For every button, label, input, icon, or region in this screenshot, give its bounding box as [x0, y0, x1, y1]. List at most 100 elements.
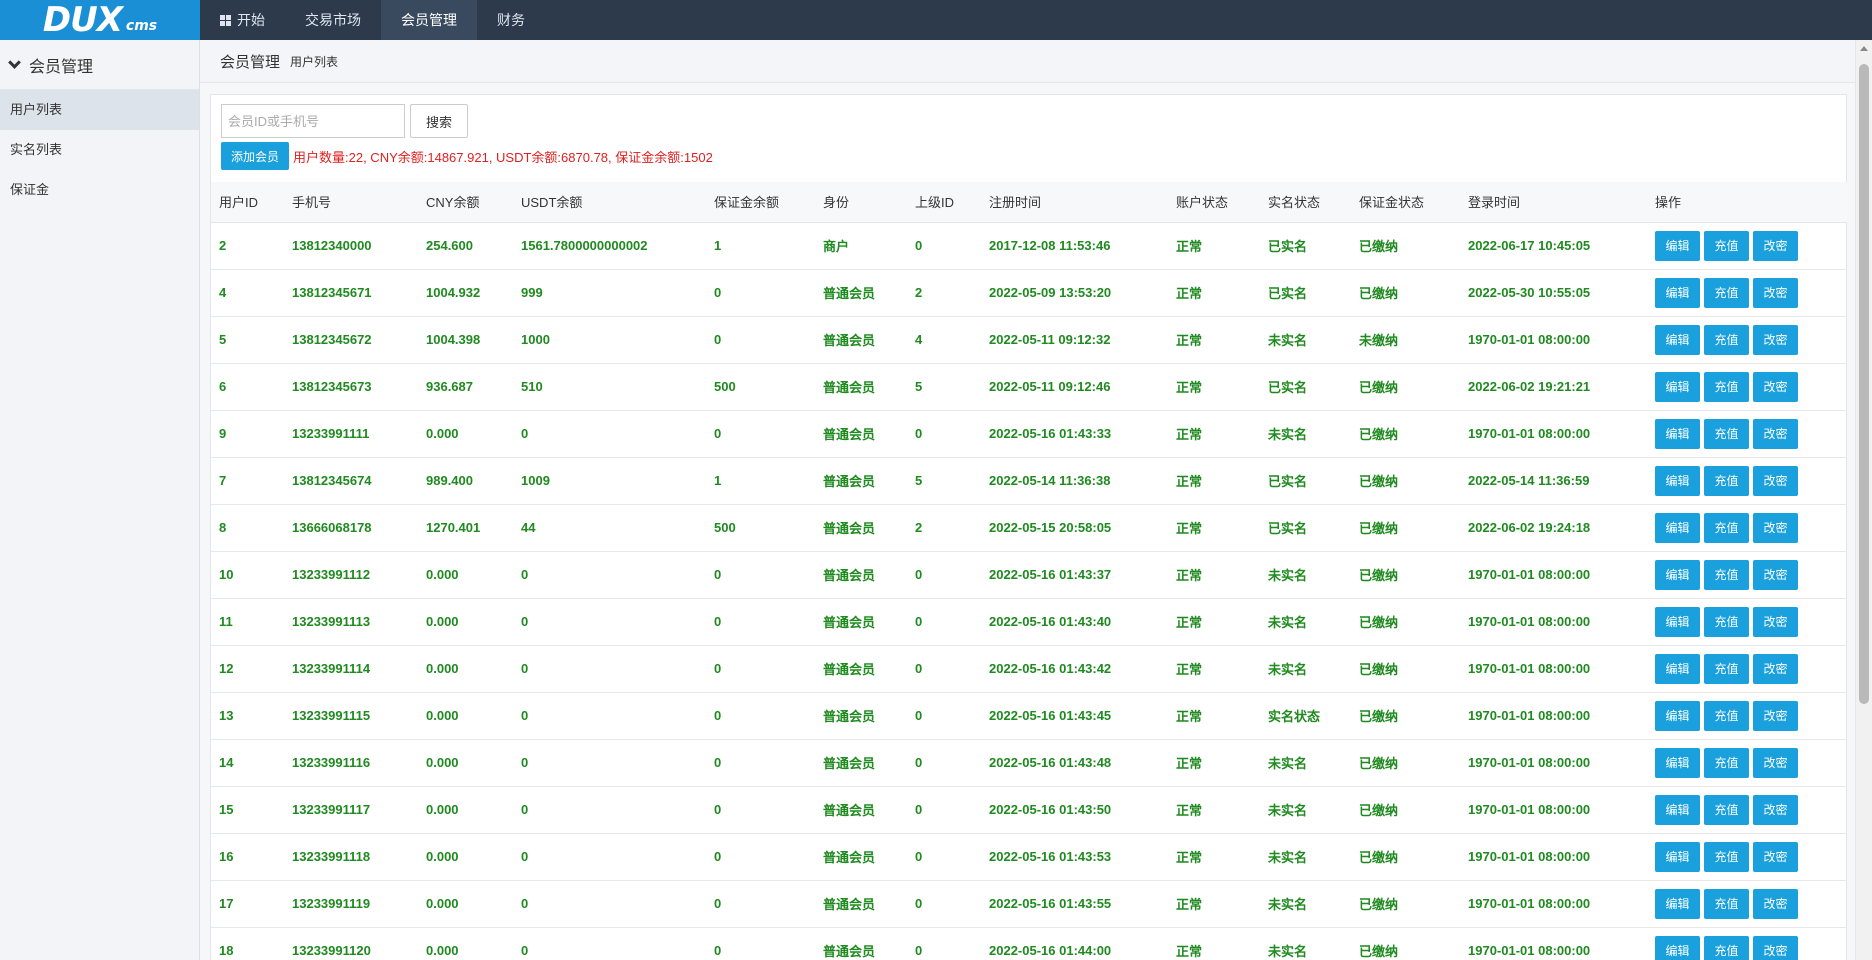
change-password-button[interactable]: 改密: [1753, 418, 1798, 449]
edit-button[interactable]: 编辑: [1655, 512, 1700, 543]
table-cell: 实名状态: [1260, 692, 1351, 740]
recharge-button[interactable]: 充值: [1704, 371, 1749, 402]
edit-button[interactable]: 编辑: [1655, 653, 1700, 684]
edit-button[interactable]: 编辑: [1655, 747, 1700, 778]
table-cell: 12: [211, 645, 284, 693]
recharge-button[interactable]: 充值: [1704, 653, 1749, 684]
edit-button[interactable]: 编辑: [1655, 841, 1700, 872]
recharge-button[interactable]: 充值: [1704, 888, 1749, 919]
change-password-button[interactable]: 改密: [1753, 935, 1798, 960]
edit-button[interactable]: 编辑: [1655, 794, 1700, 825]
table-cell: 2022-05-16 01:43:37: [981, 551, 1168, 599]
change-password-button[interactable]: 改密: [1753, 371, 1798, 402]
edit-button[interactable]: 编辑: [1655, 277, 1700, 308]
row-actions: 编辑 充值 改密: [1647, 692, 1847, 740]
change-password-button[interactable]: 改密: [1753, 700, 1798, 731]
recharge-button[interactable]: 充值: [1704, 606, 1749, 637]
table-cell: 2022-05-30 10:55:05: [1460, 269, 1647, 317]
sidebar-section-header[interactable]: 会员管理: [0, 40, 199, 90]
edit-button[interactable]: 编辑: [1655, 230, 1700, 261]
change-password-button[interactable]: 改密: [1753, 888, 1798, 919]
table-row: 6 13812345673 936.687 510 500 普通会员 5 2022-05-11…: [211, 363, 1847, 411]
table-cell: 0: [706, 316, 815, 364]
table-cell: 0: [513, 551, 706, 599]
change-password-button[interactable]: 改密: [1753, 841, 1798, 872]
sidebar-item-deposit[interactable]: 保证金: [0, 170, 199, 210]
sidebar-item-user-list[interactable]: 用户列表: [0, 90, 199, 130]
edit-button[interactable]: 编辑: [1655, 465, 1700, 496]
recharge-button[interactable]: 充值: [1704, 512, 1749, 543]
column-header: 保证金余额: [706, 182, 815, 223]
search-bar: 搜索: [211, 95, 1846, 138]
table-cell: 未缴纳: [1351, 316, 1460, 364]
edit-button[interactable]: 编辑: [1655, 888, 1700, 919]
table-cell: 2022-06-02 19:21:21: [1460, 363, 1647, 411]
recharge-button[interactable]: 充值: [1704, 465, 1749, 496]
change-password-button[interactable]: 改密: [1753, 230, 1798, 261]
sidebar-section-title: 会员管理: [29, 58, 94, 76]
table-cell: 普通会员: [815, 269, 907, 317]
table-cell: 2022-05-15 20:58:05: [981, 504, 1168, 552]
column-header: 登录时间: [1460, 182, 1647, 223]
table-cell: 0.000: [418, 692, 513, 740]
recharge-button[interactable]: 充值: [1704, 935, 1749, 960]
change-password-button[interactable]: 改密: [1753, 324, 1798, 355]
column-header: 账户状态: [1168, 182, 1260, 223]
edit-button[interactable]: 编辑: [1655, 935, 1700, 960]
table-row: 14 13233991116 0.000 0 0 普通会员 0 2022-05-16 01:4…: [211, 739, 1847, 787]
action-bar: 添加会员 用户数量:22, CNY余额:14867.921, USDT余额:68…: [211, 138, 1846, 170]
change-password-button[interactable]: 改密: [1753, 653, 1798, 684]
scroll-up-arrow-icon[interactable]: [1860, 46, 1868, 51]
scrollbar-thumb[interactable]: [1859, 64, 1869, 704]
recharge-button[interactable]: 充值: [1704, 230, 1749, 261]
table-cell: 已实名: [1260, 457, 1351, 505]
edit-button[interactable]: 编辑: [1655, 559, 1700, 590]
edit-button[interactable]: 编辑: [1655, 700, 1700, 731]
edit-button[interactable]: 编辑: [1655, 371, 1700, 402]
table-cell: 未实名: [1260, 316, 1351, 364]
recharge-button[interactable]: 充值: [1704, 277, 1749, 308]
search-input[interactable]: [221, 104, 405, 138]
add-member-button[interactable]: 添加会员: [221, 142, 290, 170]
table-cell: 2022-05-09 13:53:20: [981, 269, 1168, 317]
recharge-button[interactable]: 充值: [1704, 841, 1749, 872]
sidebar-item-realname-list[interactable]: 实名列表: [0, 130, 199, 170]
table-cell: 13233991117: [284, 786, 418, 834]
table-cell: 0: [907, 598, 981, 646]
table-cell: 普通会员: [815, 786, 907, 834]
topnav-item-members[interactable]: 会员管理: [381, 0, 477, 40]
table-cell: 1004.398: [418, 316, 513, 364]
search-button[interactable]: 搜索: [410, 104, 468, 138]
recharge-button[interactable]: 充值: [1704, 747, 1749, 778]
recharge-button[interactable]: 充值: [1704, 559, 1749, 590]
table-cell: 0: [513, 410, 706, 458]
table-cell: 普通会员: [815, 692, 907, 740]
change-password-button[interactable]: 改密: [1753, 794, 1798, 825]
edit-button[interactable]: 编辑: [1655, 418, 1700, 449]
topnav-item-start[interactable]: 开始: [200, 0, 285, 40]
recharge-button[interactable]: 充值: [1704, 794, 1749, 825]
brand-logo[interactable]: DUX cms: [0, 0, 200, 40]
edit-button[interactable]: 编辑: [1655, 324, 1700, 355]
table-cell: 2022-05-16 01:43:50: [981, 786, 1168, 834]
recharge-button[interactable]: 充值: [1704, 418, 1749, 449]
change-password-button[interactable]: 改密: [1753, 512, 1798, 543]
table-cell: 已缴纳: [1351, 833, 1460, 881]
topnav-item-finance[interactable]: 财务: [477, 0, 545, 40]
table-cell: 0.000: [418, 880, 513, 928]
table-cell: 15: [211, 786, 284, 834]
topnav-item-market[interactable]: 交易市场: [285, 0, 381, 40]
recharge-button[interactable]: 充值: [1704, 324, 1749, 355]
table-cell: 正常: [1168, 363, 1260, 411]
table-cell: 正常: [1168, 504, 1260, 552]
change-password-button[interactable]: 改密: [1753, 606, 1798, 637]
change-password-button[interactable]: 改密: [1753, 465, 1798, 496]
recharge-button[interactable]: 充值: [1704, 700, 1749, 731]
table-cell: 999: [513, 269, 706, 317]
change-password-button[interactable]: 改密: [1753, 277, 1798, 308]
change-password-button[interactable]: 改密: [1753, 747, 1798, 778]
change-password-button[interactable]: 改密: [1753, 559, 1798, 590]
page-scrollbar[interactable]: [1855, 40, 1872, 960]
edit-button[interactable]: 编辑: [1655, 606, 1700, 637]
table-cell: 正常: [1168, 880, 1260, 928]
